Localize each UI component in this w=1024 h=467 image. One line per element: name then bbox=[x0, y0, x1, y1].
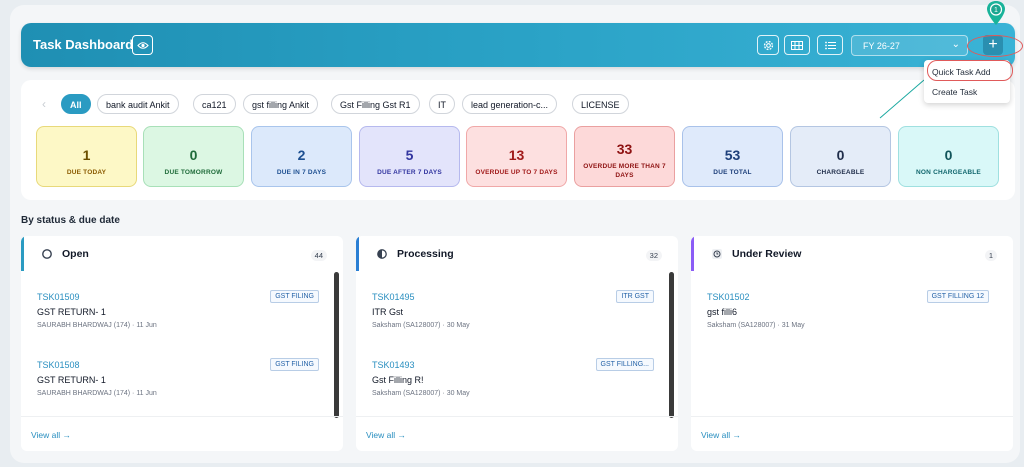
filter-chip[interactable]: IT bbox=[429, 94, 455, 114]
view-all-link[interactable]: View all → bbox=[366, 430, 406, 440]
task-tag: GST FILLING... bbox=[595, 358, 654, 371]
settings-button[interactable] bbox=[757, 35, 779, 55]
view-all-link[interactable]: View all → bbox=[31, 430, 71, 440]
column-header: Under Review 1 bbox=[691, 236, 1013, 271]
callout-arrow bbox=[879, 79, 925, 119]
column-footer: View all → bbox=[356, 416, 678, 451]
task-id-link[interactable]: TSK01508 bbox=[37, 360, 80, 370]
list-view-button[interactable] bbox=[817, 35, 843, 55]
task-meta: Saksham (SA128007) · 31 May bbox=[707, 322, 805, 329]
stat-due-in-7-days[interactable]: 2 DUE IN 7 DAYS bbox=[251, 126, 352, 187]
stat-chargeable[interactable]: 0 CHARGEABLE bbox=[790, 126, 891, 187]
task-meta: SAURABH BHARDWAJ (174) · 11 Jun bbox=[37, 322, 157, 329]
dashboard-header: Task Dashboard FY 26-27 ⌄ + bbox=[21, 23, 1015, 67]
column-header: Processing 32 bbox=[356, 236, 678, 271]
task-id-link[interactable]: TSK01502 bbox=[707, 292, 750, 302]
circle-icon bbox=[42, 249, 52, 259]
page-title: Task Dashboard bbox=[33, 37, 134, 52]
task-id-link[interactable]: TSK01493 bbox=[372, 360, 415, 370]
gear-icon bbox=[763, 40, 773, 50]
status-column-under-review: Under Review 1 TSK01502 GST FILLING 12 g… bbox=[691, 236, 1013, 451]
stat-non-chargeable[interactable]: 0 NON CHARGEABLE bbox=[898, 126, 999, 187]
scrollbar[interactable] bbox=[669, 272, 674, 418]
stat-due-tomorrow[interactable]: 0 DUE TOMORROW bbox=[143, 126, 244, 187]
task-meta: Saksham (SA128007) · 30 May bbox=[372, 390, 470, 397]
stat-due-total[interactable]: 53 DUE TOTAL bbox=[682, 126, 783, 187]
highlight-ring bbox=[967, 35, 1023, 57]
filter-chip[interactable]: gst filling Ankit bbox=[243, 94, 319, 114]
column-title: Under Review bbox=[732, 248, 802, 260]
column-title: Processing bbox=[397, 248, 454, 260]
scrollbar[interactable] bbox=[334, 272, 339, 418]
task-name: ITR Gst bbox=[372, 307, 403, 317]
chevron-down-icon: ⌄ bbox=[951, 39, 960, 50]
column-header: Open 44 bbox=[21, 236, 343, 271]
list-icon bbox=[824, 41, 836, 49]
view-all-link[interactable]: View all → bbox=[701, 430, 741, 440]
task-name: gst filli6 bbox=[707, 307, 738, 317]
status-column-open: Open 44 TSK01509 GST FILING GST RETURN- … bbox=[21, 236, 343, 451]
board-view-button[interactable] bbox=[784, 35, 810, 55]
task-tag: GST FILING bbox=[270, 358, 319, 371]
fiscal-year-select[interactable]: FY 26-27 ⌄ bbox=[851, 35, 968, 56]
view-toggle-button[interactable] bbox=[132, 35, 153, 55]
task-meta: Saksham (SA128007) · 30 May bbox=[372, 322, 470, 329]
fiscal-year-value: FY 26-27 bbox=[863, 41, 900, 51]
stat-overdue-up-to-7-days[interactable]: 13 OVERDUE UP TO 7 DAYS bbox=[466, 126, 567, 187]
task-name: Gst Filling R! bbox=[372, 375, 424, 385]
filter-chip[interactable]: Gst Filling Gst R1 bbox=[331, 94, 420, 114]
column-title: Open bbox=[62, 248, 89, 260]
column-footer: View all → bbox=[21, 416, 343, 451]
clock-icon bbox=[712, 249, 722, 259]
stat-overdue-more-than-7-days[interactable]: 33 OVERDUE MORE THAN 7 DAYS bbox=[574, 126, 675, 187]
filter-chip[interactable]: lead generation-c... bbox=[462, 94, 558, 114]
status-column-processing: Processing 32 TSK01495 ITR GST ITR Gst S… bbox=[356, 236, 678, 451]
task-name: GST RETURN- 1 bbox=[37, 375, 106, 385]
column-count: 32 bbox=[645, 250, 662, 261]
task-id-link[interactable]: TSK01495 bbox=[372, 292, 415, 302]
stat-due-after-7-days[interactable]: 5 DUE AFTER 7 DAYS bbox=[359, 126, 460, 187]
half-circle-icon bbox=[377, 249, 387, 259]
menu-item-create-task[interactable]: Create Task bbox=[932, 87, 977, 97]
column-count: 44 bbox=[310, 250, 327, 261]
highlight-ring bbox=[927, 60, 1013, 81]
task-meta: SAURABH BHARDWAJ (174) · 11 Jun bbox=[37, 390, 157, 397]
filter-chip[interactable]: LICENSE bbox=[572, 94, 629, 114]
filter-chip-all[interactable]: All bbox=[61, 94, 91, 114]
task-tag: ITR GST bbox=[616, 290, 654, 303]
column-footer: View all → bbox=[691, 416, 1013, 451]
section-title: By status & due date bbox=[21, 215, 120, 226]
task-tag: GST FILING bbox=[270, 290, 319, 303]
eye-icon bbox=[136, 41, 149, 49]
step-marker-pin-icon: 1 bbox=[987, 1, 1005, 25]
filter-chip[interactable]: ca121 bbox=[193, 94, 236, 114]
task-name: GST RETURN- 1 bbox=[37, 307, 106, 317]
task-tag: GST FILLING 12 bbox=[926, 290, 989, 303]
task-id-link[interactable]: TSK01509 bbox=[37, 292, 80, 302]
chevron-left-icon[interactable]: ‹ bbox=[42, 97, 46, 111]
filter-chip[interactable]: bank audit Ankit bbox=[97, 94, 179, 114]
step-marker-number: 1 bbox=[994, 7, 998, 14]
grid-icon bbox=[791, 40, 803, 50]
stat-due-today[interactable]: 1 DUE TODAY bbox=[36, 126, 137, 187]
column-count: 1 bbox=[984, 250, 997, 261]
